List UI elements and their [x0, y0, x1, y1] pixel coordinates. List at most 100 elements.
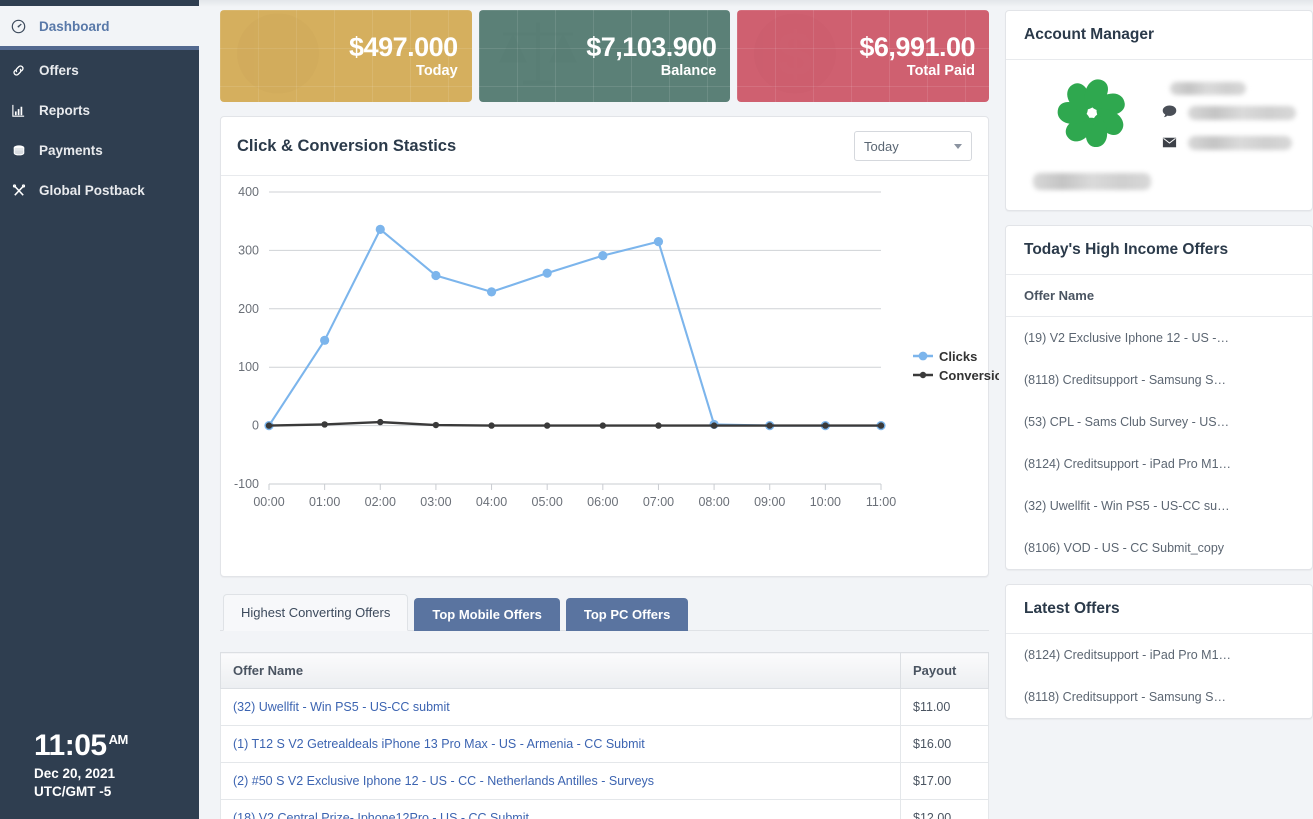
latest-offers-list: (8124) Creditsupport - iPad Pro M1… (8118… — [1006, 634, 1312, 718]
svg-text:08:00: 08:00 — [698, 495, 729, 509]
green-pinwheel-logo — [1053, 74, 1131, 157]
account-manager-title: Account Manager — [1024, 26, 1155, 43]
gauge-icon — [11, 19, 33, 34]
account-manager-body — [1006, 60, 1312, 210]
sidebar-item-label: Global Postback — [39, 182, 145, 198]
tab-highest-converting-offers[interactable]: Highest Converting Offers — [223, 594, 409, 631]
chart-title: Click & Conversion Stastics — [237, 136, 457, 155]
stat-card-value: $7,103.900 — [586, 32, 717, 63]
payout-cell: $12.00 — [900, 799, 989, 819]
svg-text:Conversions: Conversions — [939, 368, 999, 383]
high-income-offers-header: Today's High Income Offers — [1006, 226, 1312, 275]
svg-text:02:00: 02:00 — [365, 495, 396, 509]
svg-text:400: 400 — [238, 185, 259, 199]
column-payout: Payout — [900, 652, 989, 689]
high-income-offers-panel: Today's High Income Offers Offer Name (1… — [1005, 225, 1313, 570]
sidebar-item-label: Reports — [39, 102, 91, 118]
link-icon — [11, 63, 33, 78]
coins-icon — [11, 143, 33, 158]
high-income-offers-list: (19) V2 Exclusive Iphone 12 - US -… (8118… — [1006, 317, 1312, 569]
right-column: Account Manager Today's High Income Offe… — [999, 0, 1313, 819]
chart-panel-header: Click & Conversion Stastics Today — [221, 117, 988, 176]
sidebar-item-dashboard[interactable]: Dashboard — [0, 6, 199, 50]
stat-card-total-paid: $ $6,991.00 Total Paid — [737, 10, 990, 102]
payout-cell: $16.00 — [900, 725, 989, 763]
dashboard-page: Dashboard Offers Reports Payments Global… — [0, 0, 1313, 819]
latest-offer-item[interactable]: (8124) Creditsupport - iPad Pro M1… — [1006, 634, 1312, 676]
svg-text:200: 200 — [238, 302, 259, 316]
clock-time-value: 11:05 — [34, 728, 107, 762]
offers-tabs: Highest Converting Offers Top Mobile Off… — [220, 594, 989, 631]
high-income-offer-item[interactable]: (19) V2 Exclusive Iphone 12 - US -… — [1006, 317, 1312, 359]
account-manager-panel: Account Manager — [1005, 10, 1313, 211]
account-manager-company-redacted — [1033, 173, 1151, 190]
account-manager-contact — [1162, 74, 1296, 190]
sidebar-clock: 11:05 AM Dec 20, 2021 UTC/GMT -5 — [0, 728, 199, 801]
high-income-offer-item[interactable]: (8106) VOD - US - CC Submit_copy — [1006, 527, 1312, 569]
offer-name-cell: (1) T12 S V2 Getrealdeals iPhone 13 Pro … — [220, 725, 901, 763]
offer-link[interactable]: (32) Uwellfit - Win PS5 - US-CC submit — [233, 700, 450, 714]
tab-top-mobile-offers[interactable]: Top Mobile Offers — [414, 598, 560, 631]
stat-card-balance: $7,103.900 Balance — [478, 10, 731, 102]
tab-top-pc-offers[interactable]: Top PC Offers — [565, 598, 689, 631]
main-content: $ $497.000 Today $7,103.900 Balance $ $6… — [199, 0, 1313, 819]
stat-card-value: $497.000 — [349, 32, 458, 63]
account-manager-chat-row[interactable] — [1162, 105, 1296, 121]
date-range-select[interactable]: Today — [854, 131, 972, 161]
sidebar-item-label: Payments — [39, 142, 103, 158]
svg-text:10:00: 10:00 — [810, 495, 841, 509]
high-income-offer-item[interactable]: (8118) Creditsupport - Samsung S… — [1006, 359, 1312, 401]
column-offer-name: Offer Name — [220, 652, 901, 689]
envelope-icon — [1162, 135, 1188, 151]
sidebar-item-reports[interactable]: Reports — [0, 90, 199, 130]
latest-offer-item[interactable]: (8118) Creditsupport - Samsung S… — [1006, 676, 1312, 718]
svg-text:05:00: 05:00 — [532, 495, 563, 509]
table-row: (1) T12 S V2 Getrealdeals iPhone 13 Pro … — [220, 725, 989, 763]
high-income-offer-item[interactable]: (32) Uwellfit - Win PS5 - US-CC su… — [1006, 485, 1312, 527]
svg-text:Clicks: Clicks — [939, 349, 977, 364]
high-income-offer-item[interactable]: (8124) Creditsupport - iPad Pro M1… — [1006, 443, 1312, 485]
latest-offers-title: Latest Offers — [1024, 600, 1120, 617]
stat-card-label: Today — [416, 62, 458, 79]
sidebar-item-offers[interactable]: Offers — [0, 50, 199, 90]
offer-link[interactable]: (1) T12 S V2 Getrealdeals iPhone 13 Pro … — [233, 737, 645, 751]
account-manager-email-redacted — [1188, 136, 1292, 150]
svg-text:01:00: 01:00 — [309, 495, 340, 509]
dollar-icon: $ — [751, 13, 839, 100]
offer-name-cell: (18) V2 Central Prize- Iphone12Pro - US … — [220, 799, 901, 819]
sidebar-item-global-postback[interactable]: Global Postback — [0, 170, 199, 210]
table-body: (32) Uwellfit - Win PS5 - US-CC submit $1… — [220, 688, 989, 819]
svg-text:03:00: 03:00 — [420, 495, 451, 509]
date-range-value: Today — [864, 138, 899, 154]
high-income-offer-item[interactable]: (53) CPL - Sams Club Survey - US… — [1006, 401, 1312, 443]
account-manager-email-row[interactable] — [1162, 135, 1296, 151]
tools-icon — [11, 183, 33, 198]
sidebar-item-payments[interactable]: Payments — [0, 130, 199, 170]
svg-text:100: 100 — [238, 360, 259, 374]
account-manager-logo-area — [1022, 74, 1162, 190]
account-manager-chat-redacted — [1188, 106, 1296, 120]
table-row: (18) V2 Central Prize- Iphone12Pro - US … — [220, 799, 989, 819]
chevron-down-icon — [954, 143, 962, 149]
table-row: (32) Uwellfit - Win PS5 - US-CC submit $1… — [220, 688, 989, 726]
chart-panel: Click & Conversion Stastics Today -100 0 1… — [220, 116, 999, 577]
sidebar: Dashboard Offers Reports Payments Global… — [0, 0, 199, 819]
table-header-row: Offer Name Payout — [220, 652, 989, 689]
svg-text:0: 0 — [252, 419, 259, 433]
stat-cards: $ $497.000 Today $7,103.900 Balance $ $6… — [220, 10, 990, 102]
offer-link[interactable]: (2) #50 S V2 Exclusive Iphone 12 - US - … — [233, 774, 654, 788]
svg-text:04:00: 04:00 — [476, 495, 507, 509]
balance-scale-icon — [493, 13, 585, 100]
offer-link[interactable]: (18) V2 Central Prize- Iphone12Pro - US … — [233, 811, 529, 819]
stat-card-label: Total Paid — [906, 62, 976, 79]
dollar-icon: $ — [234, 13, 322, 100]
sidebar-item-label: Dashboard — [39, 18, 110, 34]
stat-card-label: Balance — [660, 62, 717, 79]
payout-cell: $17.00 — [900, 762, 989, 800]
clock-time: 11:05 AM — [34, 728, 199, 762]
center-column: $ $497.000 Today $7,103.900 Balance $ $6… — [199, 0, 999, 819]
high-income-offers-title: Today's High Income Offers — [1024, 241, 1229, 258]
svg-text:-100: -100 — [234, 477, 259, 491]
svg-text:$: $ — [778, 21, 812, 90]
svg-text:07:00: 07:00 — [643, 495, 674, 509]
